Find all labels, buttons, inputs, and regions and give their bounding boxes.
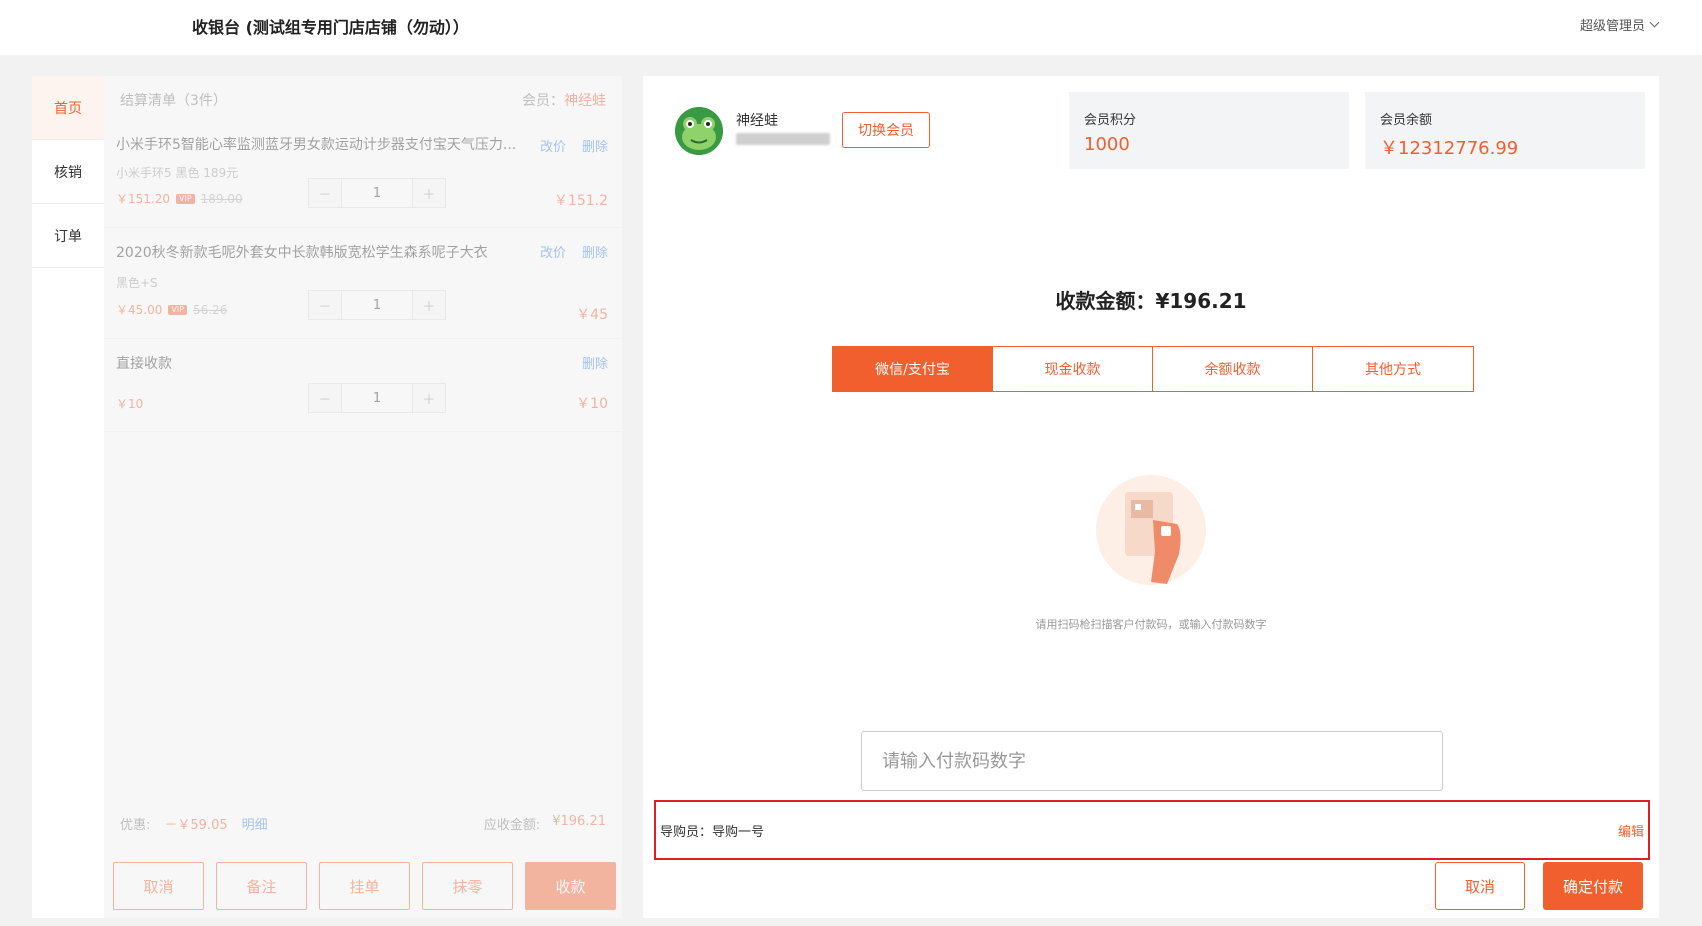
quantity-value[interactable]: 1 xyxy=(341,384,413,412)
edit-guide-link[interactable]: 编辑 xyxy=(1618,821,1644,840)
due-label: 应收金额: xyxy=(483,818,541,833)
page-title: 收银台 (测试组专用门店店铺（勿动）） xyxy=(192,18,469,37)
item-sku: 小米手环5 黑色 189元 xyxy=(116,166,239,180)
item-name: 2020秋冬新款毛呢外套女中长款韩版宽松学生森系呢子大衣 xyxy=(116,245,488,261)
item-price: ￥45.00 xyxy=(116,303,163,317)
confirm-payment-button[interactable]: 确定付款 xyxy=(1543,862,1643,910)
item-total: ￥151.2 xyxy=(553,193,608,209)
member-points-card: 会员积分 1000 xyxy=(1069,92,1349,169)
note-button[interactable]: 备注 xyxy=(216,862,307,910)
cancel-button[interactable]: 取消 xyxy=(113,862,204,910)
summary-row: 优惠: －￥59.05 明细 应收金额: ¥196.21 xyxy=(104,814,622,838)
user-menu[interactable]: 超级管理员 xyxy=(1579,15,1660,34)
member-balance-label: 会员余额 xyxy=(1380,113,1433,128)
tab-other[interactable]: 其他方式 xyxy=(1313,347,1473,391)
scan-code-illustration-icon xyxy=(1096,475,1206,585)
scan-hint: 请用扫码枪扫描客户付款码，或输入付款码数字 xyxy=(1035,618,1267,631)
cancel-payment-button[interactable]: 取消 xyxy=(1435,862,1525,910)
tab-balance[interactable]: 余额收款 xyxy=(1153,347,1313,391)
list-item: 小米手环5智能心率监测蓝牙男女款运动计步器支付宝天气压力... 改价 删除 小米… xyxy=(104,124,622,228)
member-indicator-name: 神经蛙 xyxy=(564,93,606,109)
checkout-list-header: 结算清单（3件） 会员：神经蛙 xyxy=(104,76,622,124)
item-price: ￥10 xyxy=(116,397,144,411)
plus-icon[interactable]: ＋ xyxy=(413,179,445,207)
discount-value: －￥59.05 xyxy=(164,818,228,833)
delete-link[interactable]: 删除 xyxy=(582,136,608,155)
member-indicator-label: 会员： xyxy=(522,93,564,109)
due-value: ¥196.21 xyxy=(552,814,606,829)
nav-item-home[interactable]: 首页 xyxy=(32,76,104,140)
user-name: 超级管理员 xyxy=(1579,19,1645,34)
plus-icon[interactable]: ＋ xyxy=(413,384,445,412)
item-sku: 黑色+S xyxy=(116,276,158,290)
checkout-list-title: 结算清单（3件） xyxy=(120,93,227,109)
plus-icon[interactable]: ＋ xyxy=(413,291,445,319)
delete-link[interactable]: 删除 xyxy=(582,242,608,261)
member-name: 神经蛙 xyxy=(736,113,778,129)
checkout-list-panel: 结算清单（3件） 会员：神经蛙 小米手环5智能心率监测蓝牙男女款运动计步器支付宝… xyxy=(104,76,622,918)
shopping-guide-row: 导购员：导购一号 编辑 xyxy=(654,800,1650,860)
quantity-stepper: － 1 ＋ xyxy=(308,383,446,413)
payment-amount: 收款金额：¥196.21 xyxy=(1055,289,1247,313)
minus-icon[interactable]: － xyxy=(309,384,341,412)
round-off-button[interactable]: 抹零 xyxy=(422,862,513,910)
nav-item-orders[interactable]: 订单 xyxy=(32,204,104,268)
member-balance-card: 会员余额 ￥12312776.99 xyxy=(1365,92,1645,169)
chevron-down-icon xyxy=(1649,17,1660,28)
quantity-value[interactable]: 1 xyxy=(341,291,413,319)
member-balance-value: ￥12312776.99 xyxy=(1380,138,1519,159)
switch-member-button[interactable]: 切换会员 xyxy=(842,112,930,148)
item-original-price: 189.00 xyxy=(200,191,243,206)
list-item: 直接收款 删除 ￥10 － 1 ＋ ￥10 xyxy=(104,339,622,432)
minus-icon[interactable]: － xyxy=(309,179,341,207)
delete-link[interactable]: 删除 xyxy=(582,353,608,372)
nav-item-verify[interactable]: 核销 xyxy=(32,140,104,204)
hold-order-button[interactable]: 挂单 xyxy=(319,862,410,910)
item-original-price: 56.26 xyxy=(193,302,228,317)
side-nav: 首页 核销 订单 xyxy=(32,76,104,918)
frog-avatar-icon xyxy=(675,107,723,155)
shopping-guide-label: 导购员：导购一号 xyxy=(660,824,765,840)
quantity-value[interactable]: 1 xyxy=(341,179,413,207)
top-bar: 收银台 (测试组专用门店店铺（勿动）） 超级管理员 xyxy=(0,0,1702,55)
item-name: 直接收款 xyxy=(116,356,172,372)
item-name: 小米手环5智能心率监测蓝牙男女款运动计步器支付宝天气压力... xyxy=(116,137,517,153)
vip-badge: VIP xyxy=(176,193,195,204)
item-total: ￥10 xyxy=(576,396,608,412)
quantity-stepper: － 1 ＋ xyxy=(308,290,446,320)
payment-panel: 神经蛙 切换会员 会员积分 1000 会员余额 ￥12312776.99 收款金… xyxy=(643,76,1659,918)
minus-icon[interactable]: － xyxy=(309,291,341,319)
discount-label: 优惠: xyxy=(120,818,151,833)
tab-cash[interactable]: 现金收款 xyxy=(993,347,1153,391)
checkout-actions: 取消 备注 挂单 抹零 收款 xyxy=(113,862,616,910)
detail-link[interactable]: 明细 xyxy=(242,814,268,833)
member-points-value: 1000 xyxy=(1084,134,1130,155)
vip-badge: VIP xyxy=(168,304,188,315)
avatar xyxy=(675,107,723,155)
item-price: ￥151.20 xyxy=(116,192,170,206)
edit-price-link[interactable]: 改价 xyxy=(540,242,566,261)
member-indicator: 会员：神经蛙 xyxy=(522,90,606,110)
edit-price-link[interactable]: 改价 xyxy=(540,136,566,155)
quantity-stepper: － 1 ＋ xyxy=(308,178,446,208)
tab-wechat-alipay[interactable]: 微信/支付宝 xyxy=(833,347,993,391)
item-total: ￥45 xyxy=(576,307,608,323)
payment-method-tabs: 微信/支付宝 现金收款 余额收款 其他方式 xyxy=(832,346,1474,392)
checkout-button[interactable]: 收款 xyxy=(525,862,616,910)
member-phone-redacted xyxy=(736,133,830,145)
list-item: 2020秋冬新款毛呢外套女中长款韩版宽松学生森系呢子大衣 改价 删除 黑色+S … xyxy=(104,228,622,339)
payment-code-input[interactable] xyxy=(861,731,1443,791)
member-points-label: 会员积分 xyxy=(1084,113,1137,128)
